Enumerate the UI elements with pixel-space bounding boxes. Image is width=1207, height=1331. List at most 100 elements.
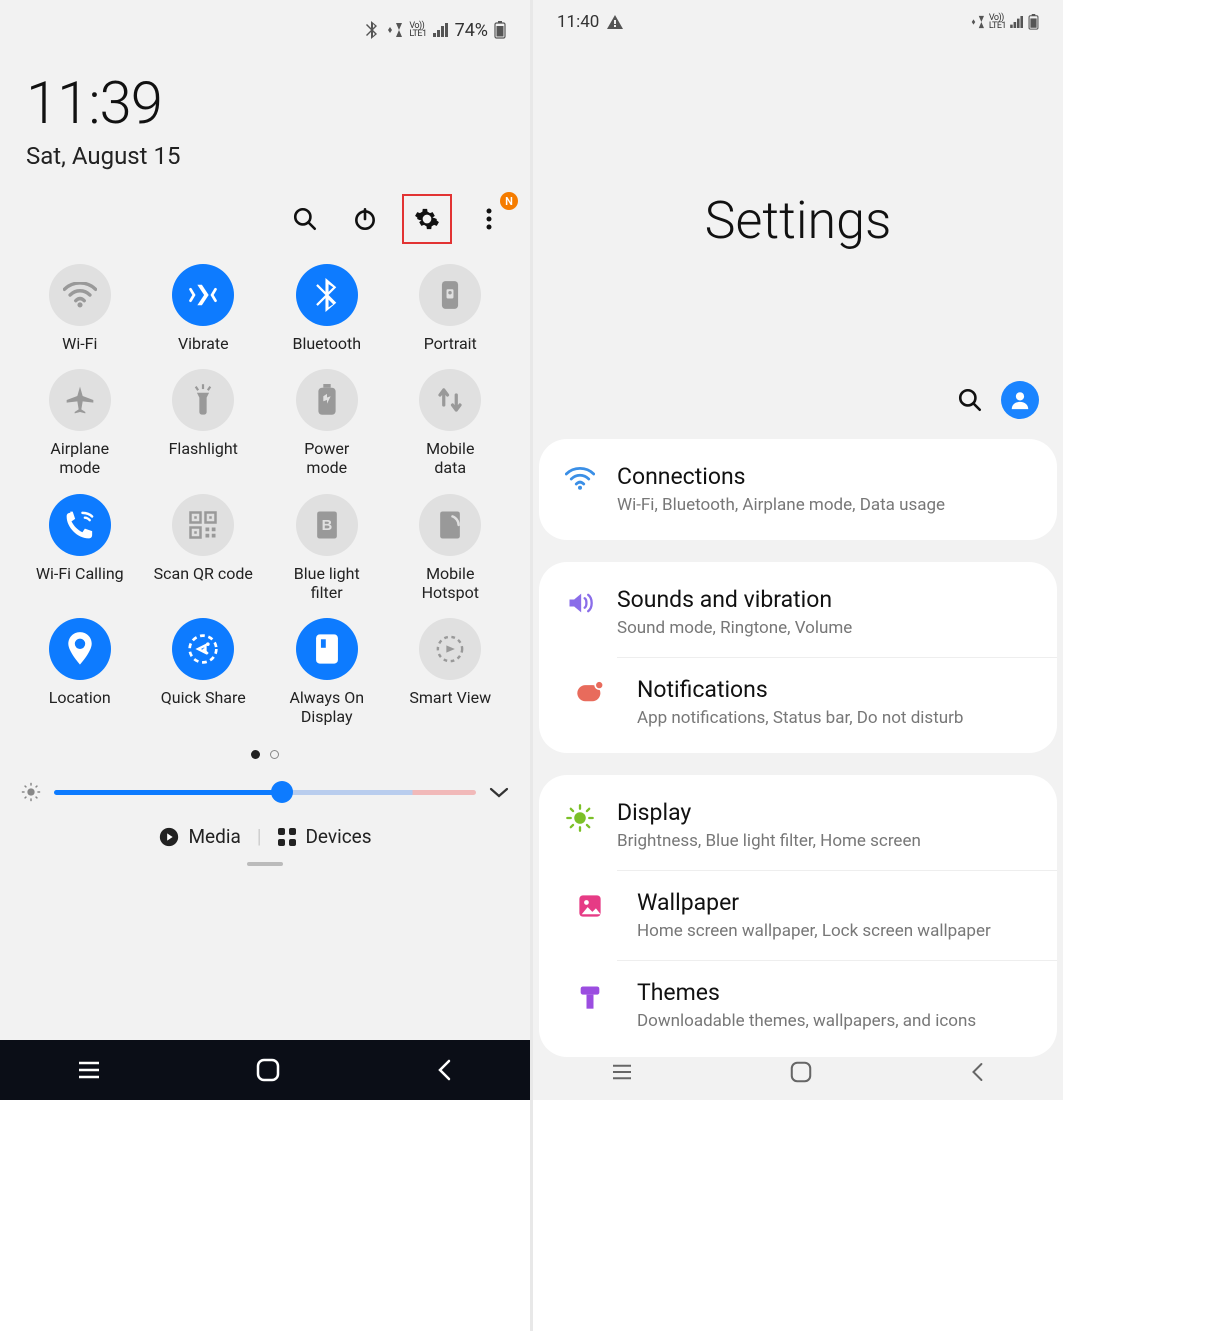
drag-handle[interactable] xyxy=(0,854,530,884)
power-button[interactable] xyxy=(342,196,388,242)
clock-time: 11:39 xyxy=(26,70,504,138)
bluetooth-icon xyxy=(296,264,358,326)
back-button[interactable] xyxy=(969,1060,985,1084)
row-subtitle: Wi-Fi, Bluetooth, Airplane mode, Data us… xyxy=(617,494,1033,516)
settings-group: Display Brightness, Blue light filter, H… xyxy=(539,775,1057,1056)
settings-row-notif[interactable]: Notifications App notifications, Status … xyxy=(617,657,1057,747)
person-icon xyxy=(1009,389,1031,411)
back-button[interactable] xyxy=(435,1057,453,1083)
gear-icon xyxy=(414,206,440,232)
row-subtitle: App notifications, Status bar, Do not di… xyxy=(637,707,1033,729)
tile-label: Wi-Fi Calling xyxy=(36,564,124,583)
tile-smartview[interactable]: Smart View xyxy=(389,618,513,726)
tile-power[interactable]: Powermode xyxy=(265,369,389,477)
tile-aod[interactable]: Always OnDisplay xyxy=(265,618,389,726)
warning-icon xyxy=(607,15,623,29)
row-title: Themes xyxy=(637,979,1033,1006)
brightness-thumb[interactable] xyxy=(271,781,293,803)
play-icon xyxy=(158,826,180,848)
settings-row-themes[interactable]: Themes Downloadable themes, wallpapers, … xyxy=(617,960,1057,1050)
settings-row-display[interactable]: Display Brightness, Blue light filter, H… xyxy=(539,781,1057,870)
settings-group: Connections Wi-Fi, Bluetooth, Airplane m… xyxy=(539,439,1057,540)
row-subtitle: Downloadable themes, wallpapers, and ico… xyxy=(637,1010,1033,1032)
tile-label: MobileHotspot xyxy=(422,564,479,602)
settings-button-highlighted[interactable] xyxy=(402,194,452,244)
battery-icon xyxy=(1028,14,1039,30)
status-bar: Vo)) LTE1 74% xyxy=(0,0,530,60)
tile-vibrate[interactable]: Vibrate xyxy=(142,264,266,353)
tile-label: Vibrate xyxy=(178,334,229,353)
top-actions xyxy=(533,381,1063,439)
page-dot-active xyxy=(251,750,260,759)
account-avatar[interactable] xyxy=(1001,381,1039,419)
more-badge: N xyxy=(500,192,518,210)
battery-icon xyxy=(494,21,506,39)
settings-row-wallpaper[interactable]: Wallpaper Home screen wallpaper, Lock sc… xyxy=(617,870,1057,960)
smartview-icon xyxy=(419,618,481,680)
bottom-buttons: Media | Devices xyxy=(0,813,530,854)
search-button[interactable] xyxy=(957,387,983,413)
devices-label: Devices xyxy=(305,825,371,848)
status-bar: 11:40 Vo)) LTE1 xyxy=(533,0,1063,40)
clock-date: Sat, August 15 xyxy=(26,142,504,170)
tile-label: Mobiledata xyxy=(426,439,474,477)
tile-mobiledata[interactable]: Mobiledata xyxy=(389,369,513,477)
tile-label: Location xyxy=(49,688,111,707)
devices-button[interactable]: Devices xyxy=(277,825,371,848)
tile-flashlight[interactable]: Flashlight xyxy=(142,369,266,477)
settings-row-sound[interactable]: Sounds and vibration Sound mode, Rington… xyxy=(539,568,1057,657)
status-time: 11:40 xyxy=(557,12,599,32)
tile-bluelight[interactable]: B Blue lightfilter xyxy=(265,494,389,602)
settings-group: Sounds and vibration Sound mode, Rington… xyxy=(539,562,1057,753)
recents-button[interactable] xyxy=(611,1063,633,1081)
page-dot xyxy=(270,750,279,759)
tile-wifi[interactable]: Wi-Fi xyxy=(18,264,142,353)
settings-row-wifi[interactable]: Connections Wi-Fi, Bluetooth, Airplane m… xyxy=(539,445,1057,534)
wallpaper-icon xyxy=(539,889,617,919)
tile-bluetooth[interactable]: Bluetooth xyxy=(265,264,389,353)
display-icon xyxy=(563,799,597,833)
vibrate-status-icon xyxy=(969,15,985,29)
tile-hotspot[interactable]: MobileHotspot xyxy=(389,494,513,602)
quickshare-icon xyxy=(172,618,234,680)
tile-label: Airplanemode xyxy=(50,439,109,477)
row-text: Connections Wi-Fi, Bluetooth, Airplane m… xyxy=(617,463,1033,516)
tile-wificall[interactable]: Wi-Fi Calling xyxy=(18,494,142,602)
home-button[interactable] xyxy=(255,1057,281,1083)
portrait-icon xyxy=(419,264,481,326)
tile-label: Always OnDisplay xyxy=(289,688,364,726)
wifi-icon xyxy=(563,463,597,491)
page-indicator[interactable] xyxy=(0,750,530,759)
sound-icon xyxy=(563,586,597,616)
airplane-icon xyxy=(49,369,111,431)
tile-label: Powermode xyxy=(304,439,349,477)
nav-bar xyxy=(0,1040,530,1100)
tile-quickshare[interactable]: Quick Share xyxy=(142,618,266,726)
home-button[interactable] xyxy=(789,1060,813,1084)
vibrate-icon xyxy=(172,264,234,326)
row-text: Display Brightness, Blue light filter, H… xyxy=(617,799,1033,852)
tile-location[interactable]: Location xyxy=(18,618,142,726)
tile-label: Flashlight xyxy=(169,439,238,458)
media-button[interactable]: Media xyxy=(158,825,240,848)
tile-qr[interactable]: Scan QR code xyxy=(142,494,266,602)
row-title: Wallpaper xyxy=(637,889,1033,916)
row-title: Notifications xyxy=(637,676,1033,703)
search-button[interactable] xyxy=(282,196,328,242)
brightness-slider[interactable] xyxy=(54,790,476,795)
aod-icon xyxy=(296,618,358,680)
bluelight-icon: B xyxy=(296,494,358,556)
recents-button[interactable] xyxy=(77,1060,101,1080)
clock-area: 11:39 Sat, August 15 xyxy=(0,60,530,194)
themes-icon xyxy=(539,979,617,1011)
row-subtitle: Brightness, Blue light filter, Home scre… xyxy=(617,830,1033,852)
more-button[interactable]: N xyxy=(466,196,512,242)
brightness-expand[interactable] xyxy=(488,785,510,799)
tile-portrait[interactable]: Portrait xyxy=(389,264,513,353)
tile-label: Wi-Fi xyxy=(62,334,97,353)
notif-icon xyxy=(539,676,617,704)
row-title: Sounds and vibration xyxy=(617,586,1033,613)
tile-airplane[interactable]: Airplanemode xyxy=(18,369,142,477)
mobiledata-icon xyxy=(419,369,481,431)
brightness-row xyxy=(0,759,530,813)
